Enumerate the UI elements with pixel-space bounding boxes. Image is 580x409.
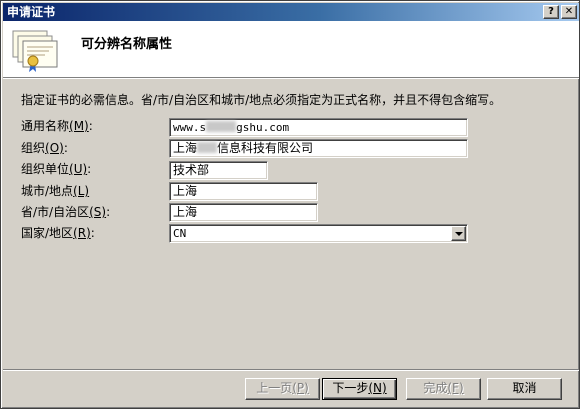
cancel-button[interactable]: 取消	[487, 378, 562, 400]
organization-value-start: 上海	[173, 141, 198, 155]
common-name-label-text: 通用名称	[21, 119, 70, 133]
footer-divider-highlight	[3, 370, 579, 371]
province-access-key: (S)	[89, 205, 107, 219]
org-unit-label-text: 组织单位	[21, 162, 70, 176]
redacted-blur	[206, 121, 237, 132]
title-bar[interactable]: 申请证书 ? ✕	[3, 3, 579, 21]
country-access-key: (R)	[73, 226, 91, 240]
province-label-text: 省/市/自治区	[21, 205, 90, 219]
finish-button[interactable]: 完成(F)	[406, 378, 481, 400]
organization-input[interactable]: 上海 信息科技有限公司	[169, 139, 468, 158]
city-label: 城市/地点(L)	[21, 184, 89, 199]
country-select[interactable]: CN	[169, 224, 468, 243]
dialog-window: 申请证书 ? ✕ 可分辨名称属性 指定证书的必需信息。省/市/自治区和城市/地点…	[0, 0, 580, 409]
province-label: 省/市/自治区(S):	[21, 205, 110, 220]
province-label-colon: :	[106, 205, 111, 219]
country-label-text: 国家/地区	[21, 226, 74, 240]
organization-value-end: 信息科技有限公司	[217, 141, 314, 155]
common-name-access-key: (M)	[69, 119, 89, 133]
help-button[interactable]: ?	[543, 5, 559, 19]
header-divider-highlight	[3, 78, 579, 79]
province-input[interactable]: 上海	[169, 203, 318, 222]
organization-label-text: 组织	[21, 141, 46, 155]
common-name-value-end: gshu.com	[236, 121, 290, 134]
organization-label: 组织(O):	[21, 141, 68, 156]
country-selected-value: CN	[173, 227, 187, 240]
wizard-header: 可分辨名称属性	[3, 21, 579, 77]
organization-access-key: (O)	[45, 141, 64, 155]
common-name-label-colon: :	[88, 119, 93, 133]
back-button-label: 上一页	[256, 381, 293, 395]
close-button[interactable]: ✕	[561, 5, 577, 19]
common-name-value-start: www.s	[173, 121, 207, 134]
org-unit-label-colon: :	[87, 162, 92, 176]
back-button[interactable]: 上一页(P)	[245, 378, 320, 400]
finish-button-label: 完成	[423, 381, 448, 395]
city-access-key: (L)	[73, 184, 90, 198]
organization-label-colon: :	[63, 141, 68, 155]
org-unit-access-key: (U)	[69, 162, 88, 176]
certificate-icon	[12, 30, 58, 72]
common-name-label: 通用名称(M):	[21, 119, 93, 134]
next-button-access-key: (N)	[368, 381, 387, 395]
next-button-label: 下一步	[332, 381, 369, 395]
org-unit-input[interactable]: 技术部	[169, 161, 268, 180]
page-title: 可分辨名称属性	[81, 37, 173, 52]
city-input[interactable]: 上海	[169, 182, 318, 201]
next-button[interactable]: 下一步(N)	[322, 378, 397, 400]
org-unit-label: 组织单位(U):	[21, 162, 91, 177]
country-label-colon: :	[90, 226, 95, 240]
common-name-input[interactable]: www.s gshu.com	[169, 118, 468, 137]
country-label: 国家/地区(R):	[21, 226, 95, 241]
back-button-access-key: (P)	[292, 381, 309, 395]
chevron-down-icon[interactable]	[451, 226, 466, 241]
city-label-text: 城市/地点	[21, 184, 74, 198]
redacted-blur	[197, 142, 218, 153]
window-title: 申请证书	[7, 5, 56, 19]
finish-button-access-key: (F)	[447, 381, 464, 395]
instruction-text: 指定证书的必需信息。省/市/自治区和城市/地点必须指定为正式名称，并且不得包含缩…	[21, 93, 502, 107]
